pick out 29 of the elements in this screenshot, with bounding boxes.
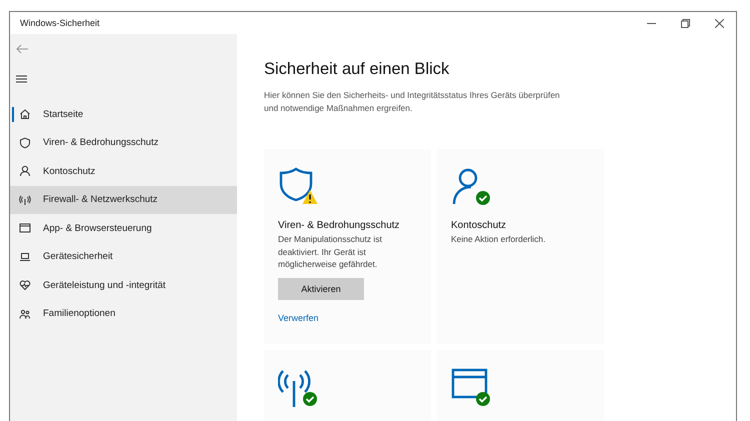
maximize-icon [680, 18, 690, 28]
laptop-icon [19, 250, 31, 263]
browser-icon [19, 222, 31, 234]
close-icon [714, 18, 724, 28]
person-icon [19, 165, 31, 178]
card-text: Der Manipulationsschutz ist deaktiviert. Ihr Gerät ist möglicherweise gefährdet. [278, 233, 383, 270]
sidebar-item[interactable]: App- & Browsersteuerung [10, 214, 237, 242]
sidebar-item[interactable]: Firewall- & Netzwerkschutz [10, 186, 237, 214]
family-icon [19, 308, 31, 320]
sidebar-item[interactable]: Viren- & Bedrohungsschutz [10, 128, 237, 157]
card-title: Kontoschutz [451, 220, 508, 231]
sidebar-item[interactable]: Gerätesicherheit [10, 242, 237, 271]
antenna-icon [19, 194, 31, 206]
page-title: Sicherheit auf einen Blick [264, 60, 450, 79]
shield-icon [19, 136, 31, 149]
menu-icon [16, 75, 27, 83]
back-arrow-icon [16, 44, 28, 54]
dismiss-link[interactable]: Verwerfen [278, 312, 319, 322]
card-title: Viren- & Bedrohungsschutz [278, 220, 401, 231]
sidebar-item[interactable]: Familienoptionen [10, 300, 237, 328]
card-text: Keine Aktion erforderlich. [451, 233, 546, 246]
window-title: Windows-Sicherheit [19, 18, 101, 28]
home-icon [19, 108, 31, 120]
sidebar-item[interactable]: Kontoschutz [10, 157, 237, 186]
sidebar-item[interactable]: Geräteleistung und -integrität [10, 271, 237, 300]
page-description: Hier können Sie den Sicherheits- und Integritätsstatus Ihres Geräts überprüfen und notwendige Maßnahmen ergreifen. [264, 89, 561, 115]
sidebar-item[interactable]: Startseite [10, 100, 237, 128]
heart-icon [19, 279, 31, 292]
activate-button[interactable]: Aktivieren [278, 278, 364, 300]
